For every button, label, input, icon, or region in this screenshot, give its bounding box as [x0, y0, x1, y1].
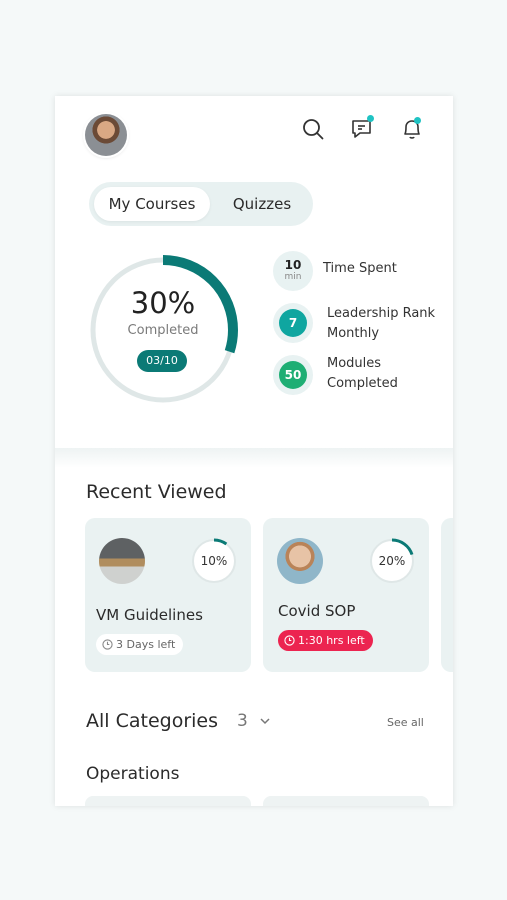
time-spent-badge: 10 min: [273, 251, 313, 291]
category-card[interactable]: [85, 796, 251, 806]
leadership-rank-value: 7: [279, 309, 307, 337]
modules-completed-value: 50: [279, 361, 307, 389]
course-title: Covid SOP: [278, 602, 356, 620]
tab-quizzes[interactable]: Quizzes: [215, 187, 309, 221]
course-thumbnail: [99, 538, 145, 584]
operations-title: Operations: [86, 764, 180, 784]
modules-completed-badge: 50: [273, 355, 313, 395]
course-progress-percent: 10%: [200, 554, 228, 568]
chat-icon[interactable]: [350, 115, 376, 142]
time-left-text: 3 Days left: [116, 638, 176, 651]
clock-icon: [284, 635, 295, 646]
app-screen: My Courses Quizzes 30% Completed 03/10 1…: [55, 96, 453, 806]
modules-completed-label: Modules Completed: [327, 354, 398, 394]
time-spent-value: 10: [284, 258, 302, 272]
time-left-chip: 1:30 hrs left: [278, 630, 373, 651]
avatar[interactable]: [85, 114, 127, 156]
progress-count-badge: 03/10: [137, 350, 187, 372]
time-left-chip: 3 Days left: [96, 634, 184, 655]
bell-icon[interactable]: [399, 116, 425, 142]
course-progress-percent: 20%: [378, 554, 406, 568]
chat-notification-dot: [367, 115, 374, 122]
bell-notification-dot: [414, 117, 421, 124]
header-section: My Courses Quizzes 30% Completed 03/10 1…: [55, 96, 453, 448]
modules-completed-label-line2: Completed: [327, 376, 398, 391]
time-left-text: 1:30 hrs left: [298, 634, 365, 647]
see-all-link[interactable]: See all: [387, 716, 424, 729]
recent-viewed-title: Recent Viewed: [86, 481, 227, 503]
course-thumbnail: [277, 538, 323, 584]
chevron-down-icon[interactable]: [258, 714, 272, 728]
tab-my-courses[interactable]: My Courses: [94, 187, 210, 221]
search-icon[interactable]: [300, 116, 326, 142]
course-title: VM Guidelines: [96, 606, 203, 624]
categories-count: 3: [237, 711, 248, 731]
section-divider: [55, 448, 453, 468]
course-card-vm-guidelines[interactable]: 10% VM Guidelines 3 Days left: [85, 518, 251, 672]
clock-icon: [102, 639, 113, 650]
all-categories-title: All Categories: [86, 710, 219, 732]
course-card-partial[interactable]: [441, 518, 453, 672]
time-spent-unit: min: [284, 272, 302, 282]
leadership-rank-label: Leadership Rank Monthly: [327, 304, 435, 344]
leadership-rank-label-line1: Leadership Rank: [327, 306, 436, 321]
category-card[interactable]: [263, 796, 429, 806]
time-spent-label: Time Spent: [323, 261, 397, 276]
course-tabs: My Courses Quizzes: [89, 182, 313, 226]
progress-label: Completed: [127, 323, 199, 338]
course-card-covid-sop[interactable]: 20% Covid SOP 1:30 hrs left: [263, 518, 429, 672]
modules-completed-label-line1: Modules: [327, 356, 382, 371]
progress-percent: 30%: [130, 286, 196, 320]
leadership-rank-label-line2: Monthly: [327, 326, 380, 341]
leadership-rank-badge: 7: [273, 303, 313, 343]
